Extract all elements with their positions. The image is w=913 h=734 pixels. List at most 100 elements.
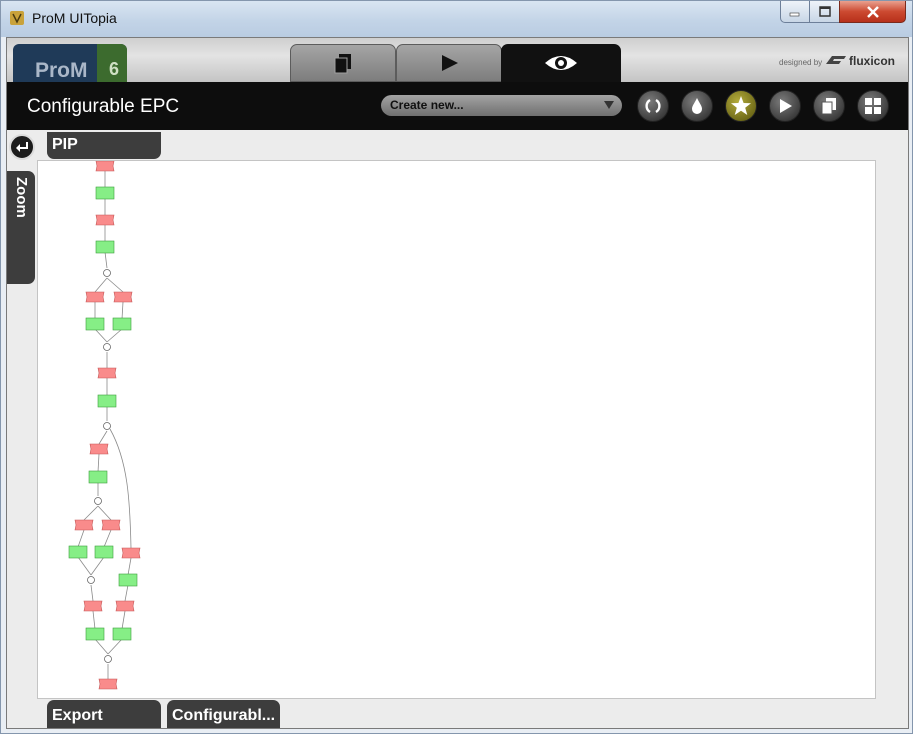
grid-button[interactable] (857, 90, 889, 122)
export-tab[interactable]: Export (47, 700, 161, 728)
copy-icon (821, 98, 836, 115)
view-header: Configurable EPC Create new... (7, 82, 908, 130)
epc-function[interactable] (112, 627, 132, 641)
prom-window: ProM UITopia ProM 6 designed by fluxicon… (0, 0, 913, 734)
epc-arc (106, 328, 123, 343)
epc-connector[interactable] (103, 269, 111, 277)
maximize-icon (818, 5, 831, 17)
create-new-dropdown[interactable]: Create new... (381, 95, 622, 116)
configurable-tab[interactable]: Configurabl... (167, 700, 280, 728)
return-arrow-icon (16, 142, 28, 152)
epc-connector[interactable] (103, 422, 111, 430)
epc-arc (77, 556, 92, 576)
eye-icon (545, 56, 577, 70)
epc-arc (104, 251, 108, 269)
logo-version: 6 (109, 59, 120, 79)
epc-event[interactable] (85, 291, 105, 303)
epc-connector[interactable] (94, 497, 102, 505)
epc-function[interactable] (68, 545, 88, 559)
epc-arc (124, 584, 129, 602)
epc-arc (77, 529, 85, 548)
epc-function[interactable] (118, 573, 138, 587)
epc-connector[interactable] (87, 576, 95, 584)
epc-arc (121, 610, 126, 630)
epc-event[interactable] (89, 443, 109, 455)
favorite-button[interactable] (725, 90, 757, 122)
epc-arc (94, 328, 108, 343)
grid-icon (865, 98, 881, 114)
epc-function[interactable] (88, 470, 108, 484)
refresh-button[interactable] (637, 90, 669, 122)
epc-event[interactable] (113, 291, 133, 303)
copy-button[interactable] (813, 90, 845, 122)
epc-function[interactable] (95, 186, 115, 200)
play-icon (780, 99, 792, 113)
epc-arc (97, 505, 112, 521)
perspective-bar: ProM 6 designed by fluxicon (7, 38, 908, 82)
epc-event[interactable] (98, 678, 118, 690)
zoom-label: Zoom (13, 177, 30, 218)
title-bar: ProM UITopia (1, 1, 912, 37)
logo-text: ProM (35, 59, 88, 82)
drop-icon (692, 98, 702, 114)
fluxicon-logo-icon (826, 56, 846, 64)
epc-event[interactable] (74, 519, 94, 531)
epc-function[interactable] (85, 317, 105, 331)
epc-function[interactable] (94, 545, 114, 559)
epc-event[interactable] (83, 600, 103, 612)
epc-connector[interactable] (104, 655, 112, 663)
epc-arc (97, 453, 100, 473)
epc-arc (98, 430, 108, 445)
tab-workspace[interactable] (290, 44, 396, 82)
favorite-star-icon (731, 96, 751, 115)
epc-arc (90, 584, 94, 602)
prom-app: ProM 6 designed by fluxicon Configurable… (6, 37, 909, 729)
designed-by-label: designed by (779, 58, 823, 67)
play-icon (442, 55, 458, 71)
back-button[interactable] (9, 134, 35, 160)
prom-app-icon (10, 11, 24, 25)
epc-arc (94, 277, 108, 293)
epc-arc (121, 301, 124, 320)
pip-tab[interactable]: PIP (47, 132, 161, 159)
epc-event[interactable] (95, 160, 115, 172)
epc-arc (106, 277, 124, 293)
epc-event[interactable] (121, 547, 141, 559)
play-button[interactable] (769, 90, 801, 122)
epc-arc (94, 638, 109, 655)
tab-actions[interactable] (396, 44, 502, 82)
chevron-down-icon (604, 101, 614, 109)
epc-arc (103, 529, 112, 548)
prom-logo: ProM 6 (13, 44, 127, 82)
epc-arc (83, 505, 99, 521)
epc-event[interactable] (115, 600, 135, 612)
epc-arc (127, 557, 132, 576)
create-new-label: Create new... (390, 98, 464, 112)
epc-graph[interactable] (38, 160, 875, 698)
epc-canvas[interactable] (37, 160, 876, 699)
epc-event[interactable] (97, 367, 117, 379)
minimize-button[interactable] (780, 1, 810, 23)
color-button[interactable] (681, 90, 713, 122)
close-button[interactable] (839, 1, 906, 23)
maximize-button[interactable] (809, 1, 840, 23)
epc-arc (90, 556, 105, 576)
epc-arc (92, 610, 96, 630)
epc-function[interactable] (85, 627, 105, 641)
zoom-tab[interactable]: Zoom (7, 171, 35, 284)
epc-function[interactable] (95, 240, 115, 254)
company-name: fluxicon (849, 54, 896, 68)
window-title: ProM UITopia (32, 10, 117, 26)
tab-view[interactable] (501, 44, 621, 82)
minimize-icon (789, 12, 800, 16)
epc-event[interactable] (95, 214, 115, 226)
epc-connector[interactable] (103, 343, 111, 351)
close-icon (866, 5, 879, 18)
refresh-icon (645, 98, 661, 114)
epc-function[interactable] (112, 317, 132, 331)
epc-arc (107, 638, 123, 655)
epc-function[interactable] (97, 394, 117, 408)
page-title: Configurable EPC (27, 96, 180, 117)
epc-event[interactable] (101, 519, 121, 531)
documents-icon (334, 54, 351, 74)
